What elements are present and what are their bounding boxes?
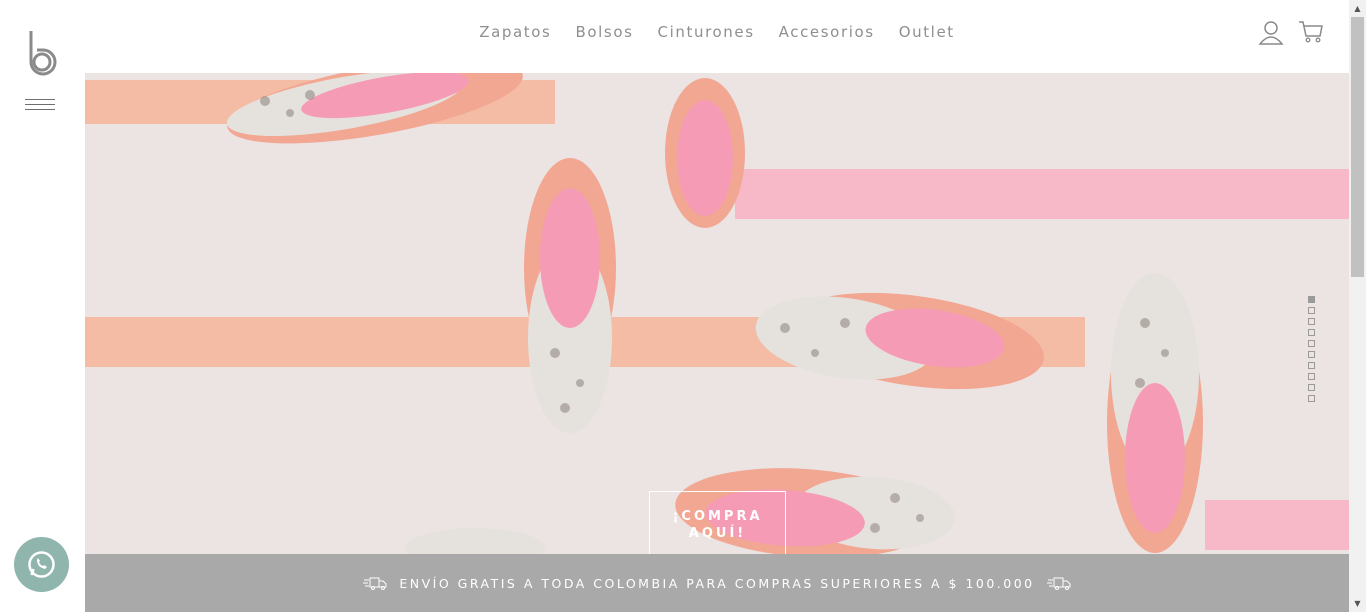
cta-line-2: AQUÍ! xyxy=(688,526,747,541)
page: Zapatos Bolsos Cinturones Accesorios Out… xyxy=(0,0,1366,612)
truck-icon xyxy=(1046,577,1071,590)
slider-pagination xyxy=(1308,296,1316,406)
scroll-down-arrow-icon[interactable]: ▼ xyxy=(1349,595,1366,612)
main-nav: Zapatos Bolsos Cinturones Accesorios Out… xyxy=(85,23,1349,41)
shipping-text: ENVÍO GRATIS A TODA COLOMBIA PARA COMPRA… xyxy=(399,575,1035,591)
whatsapp-button[interactable] xyxy=(14,537,69,592)
user-icon[interactable] xyxy=(1258,20,1284,46)
slide-dot-3[interactable] xyxy=(1308,318,1315,325)
slide-dot-8[interactable] xyxy=(1308,373,1315,380)
slide-dot-6[interactable] xyxy=(1308,351,1315,358)
nav-item-outlet[interactable]: Outlet xyxy=(899,23,955,41)
nav-item-zapatos[interactable]: Zapatos xyxy=(479,23,551,41)
menu-hamburger-icon[interactable] xyxy=(25,99,55,115)
slide-dot-5[interactable] xyxy=(1308,340,1315,347)
page-scrollbar[interactable]: ▲ ▼ xyxy=(1349,0,1366,612)
slide-dot-2[interactable] xyxy=(1308,307,1315,314)
scrollbar-thumb[interactable] xyxy=(1351,17,1364,277)
truck-icon xyxy=(363,577,387,590)
sidebar xyxy=(0,0,85,612)
brand-logo[interactable] xyxy=(25,28,59,78)
slide-dot-9[interactable] xyxy=(1308,384,1315,391)
shop-now-button[interactable]: ¡COMPRA AQUÍ! xyxy=(649,491,786,554)
top-navigation-bar: Zapatos Bolsos Cinturones Accesorios Out… xyxy=(85,0,1349,73)
cta-line-1: ¡COMPRA xyxy=(672,509,763,524)
slide-dot-4[interactable] xyxy=(1308,329,1315,336)
slide-dot-7[interactable] xyxy=(1308,362,1315,369)
hero-image xyxy=(85,73,1349,554)
whatsapp-icon xyxy=(28,551,55,578)
nav-item-bolsos[interactable]: Bolsos xyxy=(575,23,633,41)
slide-dot-10[interactable] xyxy=(1308,395,1315,402)
hero-banner: ¡COMPRA AQUÍ! xyxy=(85,73,1349,554)
cart-icon[interactable] xyxy=(1298,20,1324,44)
scroll-up-arrow-icon[interactable]: ▲ xyxy=(1349,0,1366,17)
free-shipping-banner: ENVÍO GRATIS A TODA COLOMBIA PARA COMPRA… xyxy=(85,554,1349,612)
slide-dot-1[interactable] xyxy=(1308,296,1315,303)
nav-item-accesorios[interactable]: Accesorios xyxy=(779,23,875,41)
nav-item-cinturones[interactable]: Cinturones xyxy=(658,23,755,41)
